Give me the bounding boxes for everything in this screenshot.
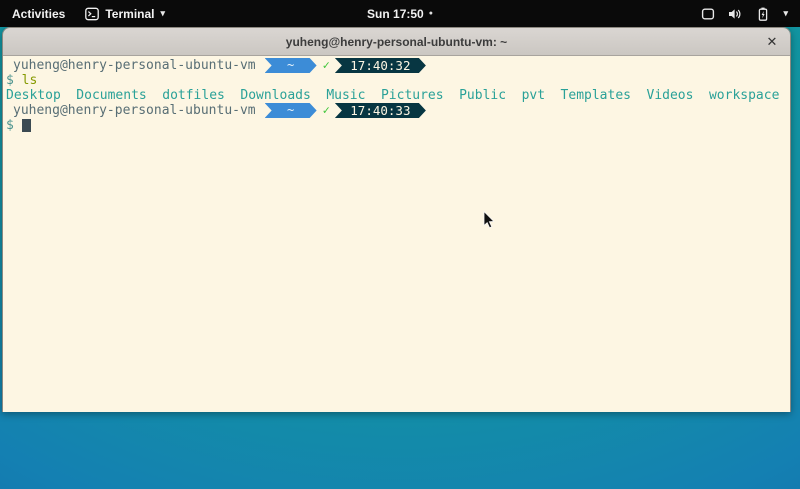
cwd-label: ~ (287, 103, 294, 118)
app-menu-chevron-down-icon: ▾ (160, 8, 165, 19)
input-line[interactable]: $ (3, 118, 790, 133)
powerline-time-segment-2: 17:40:33 (335, 103, 426, 118)
dir-item: Templates (561, 88, 631, 103)
system-status-menu[interactable]: ▾ (689, 0, 800, 27)
text-cursor-block (22, 119, 31, 132)
dir-item: Desktop (6, 88, 61, 103)
prompt-line-2: yuheng@henry-personal-ubuntu-vm ~ ✓ 17:4… (3, 103, 790, 118)
clock-label: Sun 17:50 (367, 7, 424, 21)
clock-button[interactable]: Sun 17:50 ● (367, 7, 433, 21)
command-line: $ ls (3, 73, 790, 88)
mouse-cursor (483, 211, 495, 234)
dir-item: Public (459, 88, 506, 103)
activities-button[interactable]: Activities (0, 0, 77, 27)
prompt-line-1: yuheng@henry-personal-ubuntu-vm ~ ✓ 17:4… (3, 58, 790, 73)
close-button[interactable]: ✕ (763, 33, 781, 51)
volume-icon (728, 7, 743, 21)
powerline-time-segment-1: 17:40:32 (335, 58, 426, 73)
prompt-symbol: $ (6, 73, 14, 88)
app-menu-label: Terminal (105, 7, 154, 21)
app-menu-button[interactable]: Terminal ▾ (77, 0, 173, 27)
user-host-text: yuheng@henry-personal-ubuntu-vm (13, 58, 256, 73)
dir-item: Documents (76, 88, 146, 103)
time-label-2: 17:40:33 (350, 103, 410, 118)
status-check-icon: ✓ (323, 58, 330, 73)
dir-item: Downloads (240, 88, 310, 103)
cwd-label: ~ (287, 58, 294, 73)
powerline-cwd-segment: ~ (265, 103, 317, 118)
dir-item: Music (326, 88, 365, 103)
activities-label: Activities (12, 7, 65, 21)
terminal-app-icon (85, 7, 99, 21)
command-text: ls (22, 73, 38, 88)
status-chevron-down-icon: ▾ (783, 8, 788, 19)
status-check-icon: ✓ (323, 103, 330, 118)
dir-item: dotfiles (162, 88, 225, 103)
ls-output-line: Desktop Documents dotfiles Downloads Mus… (3, 88, 790, 103)
notification-dot: ● (429, 10, 433, 17)
display-icon (701, 7, 715, 21)
user-host-text: yuheng@henry-personal-ubuntu-vm (13, 103, 256, 118)
prompt-symbol: $ (6, 118, 14, 133)
topbar: Activities Terminal ▾ Sun 17:50 ● (0, 0, 800, 27)
window-title: yuheng@henry-personal-ubuntu-vm: ~ (286, 35, 507, 49)
dir-item: pvt (522, 88, 545, 103)
topbar-left: Activities Terminal ▾ (0, 0, 173, 27)
terminal-window: yuheng@henry-personal-ubuntu-vm: ~ ✕ yuh… (2, 27, 791, 412)
dir-item: workspace (709, 88, 779, 103)
battery-charging-icon (756, 7, 770, 21)
titlebar[interactable]: yuheng@henry-personal-ubuntu-vm: ~ ✕ (3, 28, 790, 56)
powerline-cwd-segment: ~ (265, 58, 317, 73)
time-label-1: 17:40:32 (350, 58, 410, 73)
close-icon: ✕ (767, 35, 778, 48)
dir-item: Pictures (381, 88, 444, 103)
dir-item: Videos (647, 88, 694, 103)
terminal-content[interactable]: yuheng@henry-personal-ubuntu-vm ~ ✓ 17:4… (3, 56, 790, 412)
